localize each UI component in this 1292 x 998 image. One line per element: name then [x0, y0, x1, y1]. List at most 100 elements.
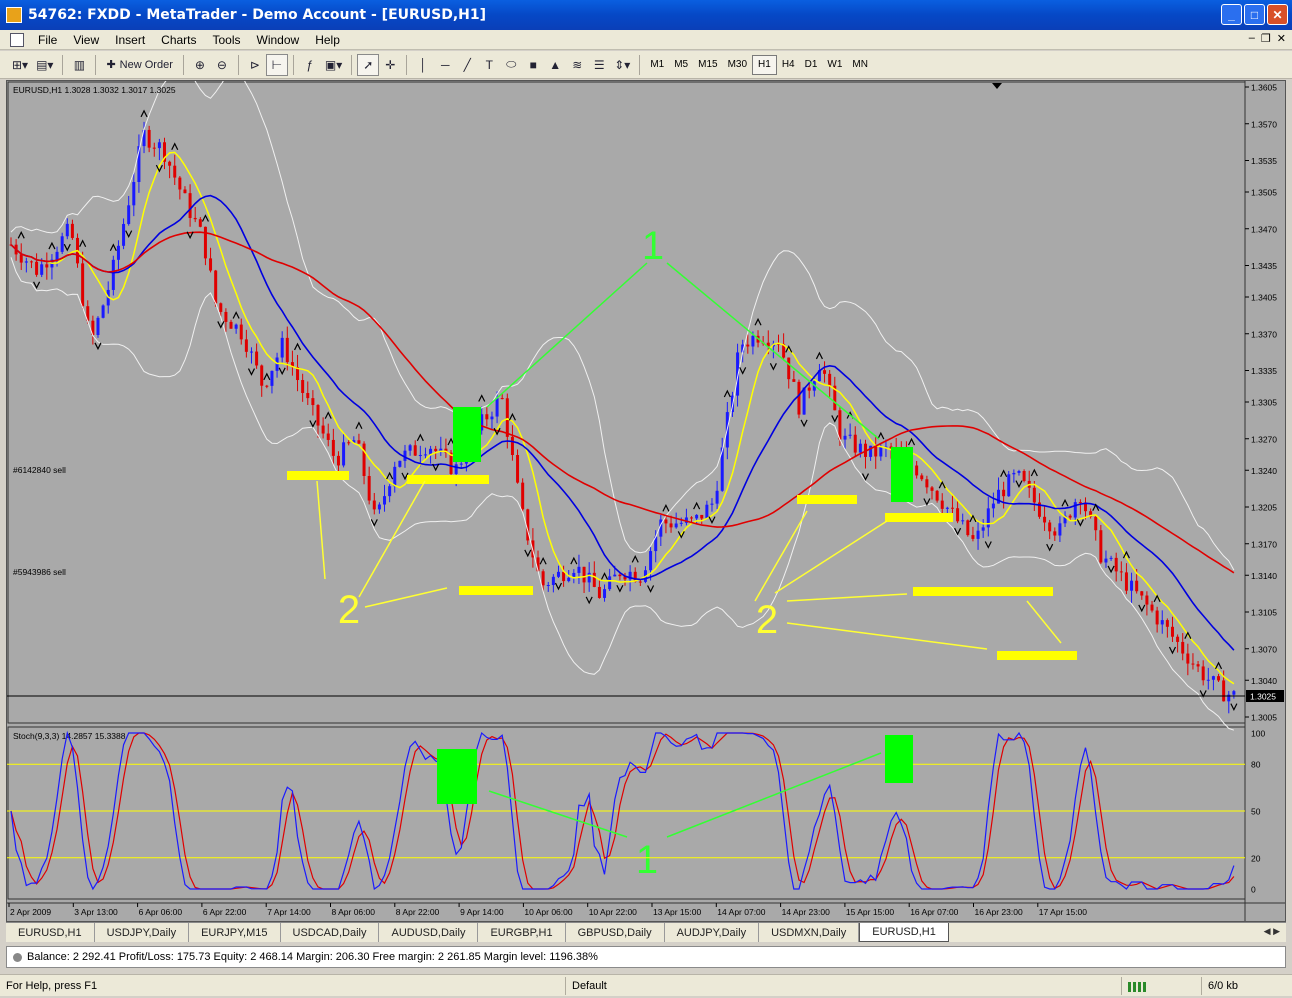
chart-tab-6[interactable]: GBPUSD,Daily: [566, 923, 665, 942]
periods-button[interactable]: ▣▾: [321, 54, 346, 76]
menu-view[interactable]: View: [65, 33, 107, 47]
profiles-button[interactable]: ▤▾: [32, 54, 57, 76]
indicators-button[interactable]: ƒ: [299, 54, 321, 76]
chart-tab-5[interactable]: EURGBP,H1: [478, 923, 566, 942]
candle-body: [823, 370, 827, 374]
new-order-button[interactable]: ✚ New Order: [101, 54, 177, 76]
tab-scroll-arrows-icon[interactable]: ◀ ▶: [1264, 926, 1280, 937]
chart-tab-0[interactable]: EURUSD,H1: [6, 923, 95, 942]
chart-tab-3[interactable]: USDCAD,Daily: [281, 923, 380, 942]
candle-body: [577, 566, 581, 573]
timeframe-m30[interactable]: M30: [723, 55, 752, 75]
wave-label-1: 1: [636, 838, 658, 882]
toolbar: ⊞▾ ▤▾ ▥ ✚ New Order ⊕ ⊖ ⊳ ⊢ ƒ ▣▾ ➚ ✛ │ ─ …: [0, 51, 1292, 79]
new-chart-button[interactable]: ⊞▾: [8, 54, 32, 76]
maximize-button[interactable]: □: [1244, 4, 1265, 25]
chart-tab-2[interactable]: EURJPY,M15: [189, 923, 281, 942]
chart-document-icon[interactable]: [10, 32, 24, 47]
candle-body: [608, 576, 612, 590]
arrows-tool-button[interactable]: ⇕▾: [610, 54, 634, 76]
candle-body: [1140, 591, 1144, 596]
order-label: #5943986 sell: [13, 567, 66, 577]
fractal-down-icon: [800, 419, 808, 428]
main-pane-frame: [7, 81, 1246, 724]
candle-body: [971, 535, 975, 539]
candle-body: [372, 500, 376, 510]
horizontal-line-tool-button[interactable]: ─: [434, 54, 456, 76]
ellipse-tool-button[interactable]: ⬭: [500, 54, 522, 76]
candle-body: [357, 440, 361, 444]
timeframe-w1[interactable]: W1: [822, 55, 847, 75]
chart-shift-button[interactable]: ⊢: [265, 53, 288, 76]
fibonacci-tool-button[interactable]: ☰: [588, 54, 610, 76]
time-tick-label: 16 Apr 07:00: [910, 907, 958, 917]
bollinger-upper-band: [10, 81, 1235, 571]
timeframe-mn[interactable]: MN: [847, 55, 873, 75]
crosshair-tool-button[interactable]: ✛: [379, 54, 401, 76]
menu-charts[interactable]: Charts: [153, 33, 204, 47]
timeframe-m5[interactable]: M5: [669, 55, 693, 75]
price-chart-canvas[interactable]: 1.3605 1.3570 1.3535 1.3505 1.3470 1.3435 1.34…: [7, 81, 1285, 921]
new-order-label: New Order: [119, 58, 173, 71]
time-tick-label: 17 Apr 15:00: [1039, 907, 1087, 917]
candle-body: [1099, 530, 1103, 563]
candle-body: [1160, 620, 1164, 625]
candle-body: [193, 217, 197, 220]
menu-insert[interactable]: Insert: [107, 33, 153, 47]
candle-body: [214, 270, 218, 304]
text-tool-button[interactable]: T: [478, 54, 500, 76]
mdi-minimize-button[interactable]: –: [1249, 32, 1255, 45]
fractal-down-icon: [1107, 565, 1115, 574]
candle-body: [1053, 531, 1057, 536]
candle-body: [168, 161, 172, 166]
chart-tab-1[interactable]: USDJPY,Daily: [95, 923, 190, 942]
terminal-balance-row[interactable]: Balance: 2 292.41 Profit/Loss: 175.73 Eq…: [6, 946, 1286, 968]
chart-tab-9[interactable]: EURUSD,H1: [859, 923, 949, 942]
green-highlight-box: [885, 735, 913, 783]
chart-tab-8[interactable]: USDMXN,Daily: [759, 923, 860, 942]
candle-body: [60, 236, 64, 252]
candle-body: [1186, 653, 1190, 664]
mdi-close-button[interactable]: ✕: [1277, 32, 1286, 45]
green-highlight-box: [437, 749, 477, 804]
candle-body: [1170, 626, 1174, 637]
cursor-tool-button[interactable]: ➚: [357, 53, 380, 76]
fractal-up-icon: [662, 503, 670, 512]
zoom-in-button[interactable]: ⊕: [189, 54, 211, 76]
rectangle-tool-button[interactable]: ■: [522, 54, 544, 76]
menu-file[interactable]: File: [30, 33, 65, 47]
chart-window[interactable]: 1.3605 1.3570 1.3535 1.3505 1.3470 1.3435 1.34…: [6, 80, 1286, 922]
chart-tab-4[interactable]: AUDUSD,Daily: [379, 923, 479, 942]
fractal-down-icon: [63, 243, 71, 252]
timeframe-m15[interactable]: M15: [693, 55, 722, 75]
green-highlight-box: [453, 407, 481, 462]
candle-body: [710, 503, 714, 505]
auto-scroll-button[interactable]: ⊳: [244, 54, 266, 76]
menu-help[interactable]: Help: [307, 33, 348, 47]
minimize-button[interactable]: _: [1221, 4, 1242, 25]
chart-tabs: EURUSD,H1 USDJPY,Daily EURJPY,M15 USDCAD,Da…: [6, 922, 1286, 942]
vertical-line-tool-button[interactable]: │: [412, 54, 434, 76]
chart-tab-7[interactable]: AUDJPY,Daily: [665, 923, 760, 942]
triangle-tool-button[interactable]: ▲: [544, 54, 566, 76]
price-tick-label: 1.3570: [1251, 119, 1277, 129]
market-watch-button[interactable]: ▥: [68, 54, 90, 76]
candle-body: [101, 305, 105, 318]
fractal-down-icon: [309, 420, 317, 428]
timeframe-h1[interactable]: H1: [752, 54, 777, 75]
close-button[interactable]: ✕: [1267, 4, 1288, 25]
menu-window[interactable]: Window: [249, 33, 308, 47]
timeframe-d1[interactable]: D1: [800, 55, 823, 75]
elliott-tool-button[interactable]: ≋: [566, 54, 588, 76]
stoch-level-label: 20: [1251, 853, 1261, 863]
candle-body: [797, 381, 801, 415]
candle-body: [1150, 604, 1154, 611]
mdi-restore-button[interactable]: ❐: [1261, 32, 1271, 45]
candle-body: [234, 324, 238, 329]
timeframe-h4[interactable]: H4: [777, 55, 800, 75]
metatrader-app-icon: [6, 7, 22, 23]
zoom-out-button[interactable]: ⊖: [211, 54, 233, 76]
menu-tools[interactable]: Tools: [205, 33, 249, 47]
trendline-tool-button[interactable]: ╱: [456, 54, 478, 76]
timeframe-m1[interactable]: M1: [645, 55, 669, 75]
